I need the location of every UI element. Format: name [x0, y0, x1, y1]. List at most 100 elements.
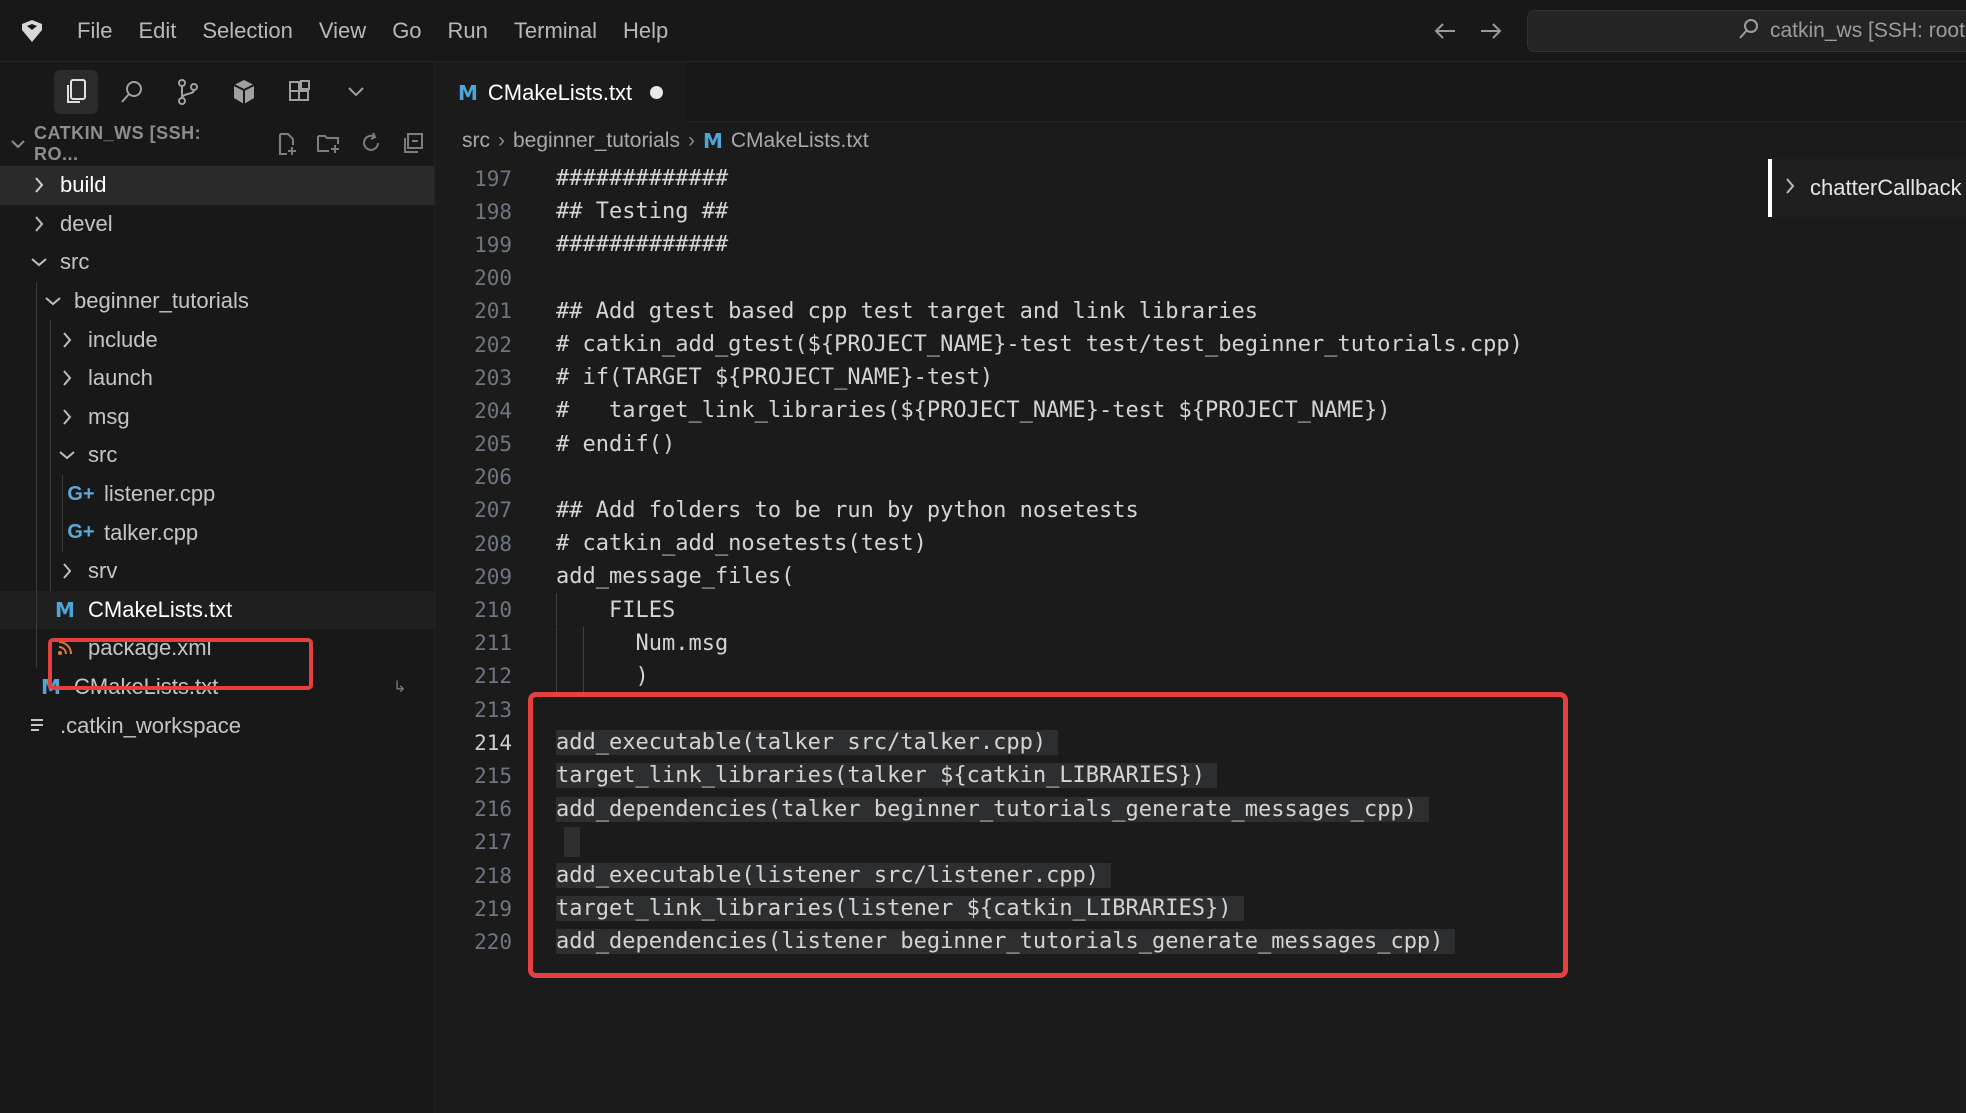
- code-line: 200: [436, 262, 1966, 295]
- code-line: 212 ): [436, 659, 1966, 693]
- tree-item-cmakelists-src[interactable]: M CMakeLists.txt ↳: [0, 668, 434, 707]
- source-control-icon[interactable]: [166, 70, 210, 114]
- menu-edit[interactable]: Edit: [125, 0, 189, 62]
- menu-view[interactable]: View: [306, 0, 379, 62]
- code-line: 214 add_executable(talker src/talker.cpp): [436, 726, 1966, 759]
- tree-item-label: build: [60, 172, 107, 198]
- line-text: add_message_files(: [556, 564, 795, 590]
- tree-item-talker-cpp[interactable]: G+ talker.cpp: [0, 513, 434, 552]
- new-folder-icon[interactable]: [308, 132, 350, 156]
- chevron-right-icon: ›: [687, 129, 695, 152]
- collapse-all-icon[interactable]: [392, 132, 434, 156]
- search-icon[interactable]: [110, 70, 154, 114]
- line-text: ## Add folders to be run by python noset…: [556, 497, 1139, 523]
- code-view[interactable]: 197 ############# 198 ## Testing ## 199 ###…: [436, 162, 1966, 959]
- tree-item-label: talker.cpp: [104, 519, 199, 545]
- cpp-file-icon: G+: [67, 482, 95, 505]
- indent-guide: [36, 474, 37, 514]
- menu-go[interactable]: Go: [379, 0, 434, 62]
- menu-terminal[interactable]: Terminal: [501, 0, 610, 62]
- tree-item-label: .catkin_workspace: [60, 712, 241, 738]
- tree-item-msg[interactable]: msg: [0, 397, 434, 437]
- chevron-right-icon: [58, 562, 76, 580]
- indent-guide: [36, 551, 37, 591]
- tree-item-beginner-tutorials[interactable]: beginner_tutorials: [0, 281, 434, 321]
- editor-area: M CMakeLists.txt src › beginner_tutorial…: [436, 62, 1966, 1113]
- tree-item-src-inner[interactable]: src: [0, 436, 434, 475]
- sticky-scroll-outline[interactable]: chatterCallback: [1768, 159, 1966, 217]
- line-number: 198: [474, 199, 512, 224]
- refresh-icon[interactable]: [350, 132, 392, 156]
- app-logo-icon: [0, 0, 64, 62]
- line-text: # catkin_add_nosetests(test): [556, 531, 927, 557]
- tree-item-include[interactable]: include: [0, 320, 434, 359]
- line-text: add_dependencies(listener beginner_tutor…: [556, 929, 1456, 955]
- tab-cmakelists[interactable]: M CMakeLists.txt: [436, 62, 686, 122]
- breadcrumb-item[interactable]: src: [462, 129, 490, 153]
- indent-guide: [36, 513, 37, 552]
- line-text: ## Testing ##: [556, 199, 729, 225]
- package-icon[interactable]: [222, 70, 266, 114]
- menu-help[interactable]: Help: [610, 0, 681, 62]
- tree-item-build[interactable]: build: [0, 166, 434, 205]
- code-line: 203 # if(TARGET ${PROJECT_NAME}-test): [436, 361, 1966, 394]
- tree-item-label: devel: [60, 210, 113, 236]
- indent-guide: [50, 513, 51, 552]
- chevron-right-icon: [58, 369, 76, 387]
- menu-run[interactable]: Run: [435, 0, 501, 62]
- chevron-right-icon: [58, 331, 76, 349]
- line-text: add_dependencies(talker beginner_tutoria…: [556, 796, 1429, 822]
- breadcrumb-item[interactable]: beginner_tutorials: [513, 129, 680, 153]
- line-text: target_link_libraries(listener ${catkin_…: [556, 896, 1244, 922]
- line-number: 204: [474, 398, 512, 423]
- tree-item-listener-cpp[interactable]: G+ listener.cpp: [0, 474, 434, 514]
- indent-guide: [50, 551, 51, 591]
- code-line: 208 # catkin_add_nosetests(test): [436, 527, 1966, 560]
- line-number: 199: [474, 232, 512, 257]
- line-number: 206: [474, 465, 512, 490]
- line-text: #############: [556, 166, 729, 192]
- tree-item-cmakelists-beginner[interactable]: M CMakeLists.txt: [0, 590, 434, 630]
- indent-guide: [50, 397, 51, 437]
- line-text: #############: [556, 232, 729, 258]
- extensions-icon[interactable]: [278, 70, 322, 114]
- code-line: 199 #############: [436, 228, 1966, 261]
- breadcrumb-item[interactable]: CMakeLists.txt: [731, 129, 869, 153]
- line-text: # target_link_libraries(${PROJECT_NAME}-…: [556, 398, 1391, 424]
- line-number: 208: [474, 531, 512, 556]
- forward-arrow-icon[interactable]: [1474, 14, 1508, 48]
- unsaved-dot-icon[interactable]: [650, 86, 664, 99]
- command-center-search[interactable]: catkin_ws [SSH: root@: [1527, 10, 1966, 52]
- rss-feed-icon: [54, 640, 76, 656]
- chevron-down-icon[interactable]: [334, 70, 378, 114]
- new-file-icon[interactable]: [266, 132, 308, 156]
- line-text: [564, 827, 580, 858]
- line-text: # catkin_add_gtest(${PROJECT_NAME}-test …: [556, 332, 1523, 358]
- back-arrow-icon[interactable]: [1428, 14, 1462, 48]
- tree-item-package-xml[interactable]: package.xml: [0, 629, 434, 668]
- code-line: 201 ## Add gtest based cpp test target an…: [436, 295, 1966, 328]
- code-line: 207 ## Add folders to be run by python no…: [436, 494, 1966, 527]
- line-number: 201: [474, 299, 512, 324]
- explorer-icon[interactable]: [54, 70, 98, 114]
- tree-item-label: beginner_tutorials: [74, 288, 249, 314]
- menu-selection[interactable]: Selection: [189, 0, 306, 62]
- explorer-header[interactable]: CATKIN_WS [SSH: RO...: [0, 122, 434, 166]
- indent-guide: [50, 358, 51, 398]
- line-number: 214: [474, 730, 512, 755]
- indent-guide: [36, 590, 37, 630]
- menu-file[interactable]: File: [64, 0, 125, 62]
- line-number: 217: [474, 830, 512, 855]
- tree-item-src[interactable]: src: [0, 243, 434, 282]
- chevron-right-icon: [30, 215, 48, 233]
- line-text: Num.msg: [556, 630, 729, 656]
- tree-item-srv[interactable]: srv: [0, 551, 434, 591]
- code-line: 218 add_executable(listener src/listener.…: [436, 859, 1966, 892]
- code-line: 219 target_link_libraries(listener ${catk…: [436, 892, 1966, 925]
- cmake-file-icon: M: [702, 129, 723, 153]
- tree-item-label: src: [60, 249, 90, 275]
- tree-item-catkin-workspace[interactable]: .catkin_workspace: [0, 706, 434, 745]
- tree-item-devel[interactable]: devel: [0, 205, 434, 244]
- tree-item-launch[interactable]: launch: [0, 358, 434, 398]
- line-number: 200: [474, 266, 512, 291]
